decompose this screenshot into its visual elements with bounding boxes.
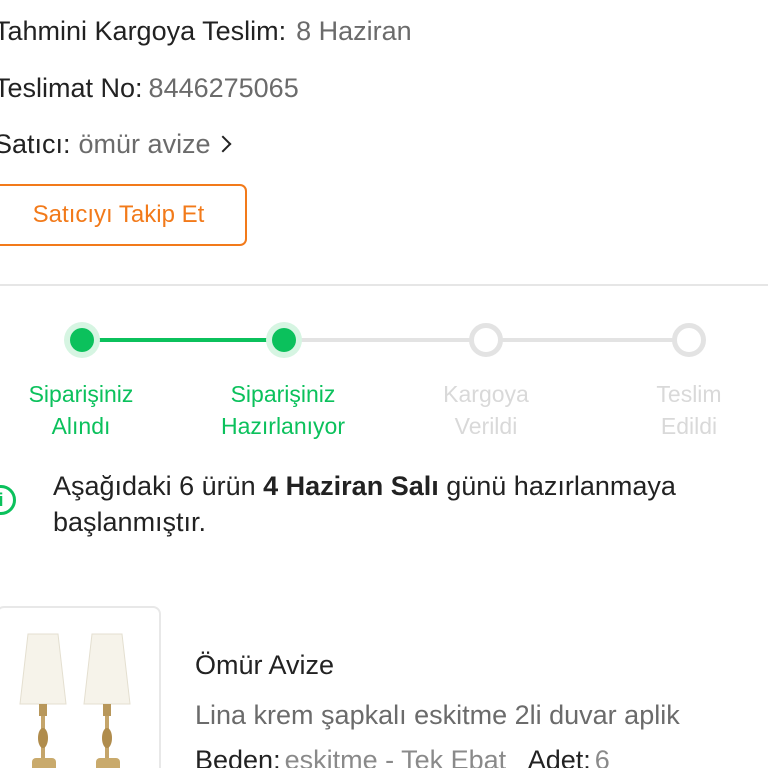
notice-date-highlight: 4 Haziran Salı — [263, 471, 439, 501]
estimated-shipping-value: 8 Haziran — [296, 16, 412, 46]
chevron-right-icon — [214, 135, 232, 153]
step-label-delivered: Teslim Edildi — [589, 378, 768, 442]
step-label-shipped: Kargoya Verildi — [386, 378, 586, 442]
step-dot-preparing — [272, 328, 296, 352]
step-label-line: Kargoya — [443, 381, 529, 407]
delivery-number-row: Teslimat No: 8446275065 — [0, 70, 299, 106]
product-brand: Ömür Avize — [195, 650, 335, 680]
step-label-line: Siparişiniz — [230, 381, 336, 407]
progress-line-completed — [82, 338, 284, 342]
step-dot-delivered — [672, 323, 706, 357]
quantity-label: Adet: — [527, 745, 591, 768]
seller-label: Satıcı: — [0, 129, 71, 159]
step-label-line: Teslim — [656, 381, 722, 407]
seller-link[interactable]: Satıcı: ömür avize — [0, 126, 232, 162]
step-label-line: Verildi — [454, 413, 518, 439]
product-image[interactable] — [0, 606, 161, 768]
seller-name: ömür avize — [78, 129, 211, 159]
estimated-shipping-label: Tahmini Kargoya Teslim: — [0, 16, 287, 46]
notice-text-prefix: Aşağıdaki 6 ürün — [53, 471, 264, 501]
info-icon: i — [0, 485, 16, 515]
step-label-line: Hazırlanıyor — [221, 413, 345, 439]
step-dot-received — [70, 328, 94, 352]
follow-seller-button[interactable]: Satıcıyı Takip Et — [0, 184, 247, 246]
size-label: Beden: — [195, 745, 281, 768]
step-label-line: Alındı — [51, 413, 111, 439]
product-name[interactable]: Lina krem şapkalı eskitme 2li duvar apli… — [195, 697, 680, 733]
estimated-shipping-row: Tahmini Kargoya Teslim: 8 Haziran — [0, 13, 412, 49]
quantity-value: 6 — [594, 745, 610, 768]
preparation-notice: Aşağıdaki 6 ürün 4 Haziran Salı günü haz… — [53, 468, 753, 540]
wall-sconce-illustration — [19, 633, 131, 768]
delivery-number-value: 8446275065 — [148, 73, 299, 103]
step-label-line: Edildi — [660, 413, 718, 439]
product-variant-info: Beden: eskitme - Tek Ebat Adet: 6 — [195, 742, 610, 768]
delivery-number-label: Teslimat No: — [0, 73, 143, 103]
section-divider — [0, 284, 768, 286]
step-label-received: Siparişiniz Alındı — [0, 378, 181, 442]
step-label-line: Siparişiniz — [28, 381, 134, 407]
step-label-preparing: Siparişiniz Hazırlanıyor — [183, 378, 383, 442]
size-value: eskitme - Tek Ebat — [284, 745, 507, 768]
step-dot-shipped — [469, 323, 503, 357]
